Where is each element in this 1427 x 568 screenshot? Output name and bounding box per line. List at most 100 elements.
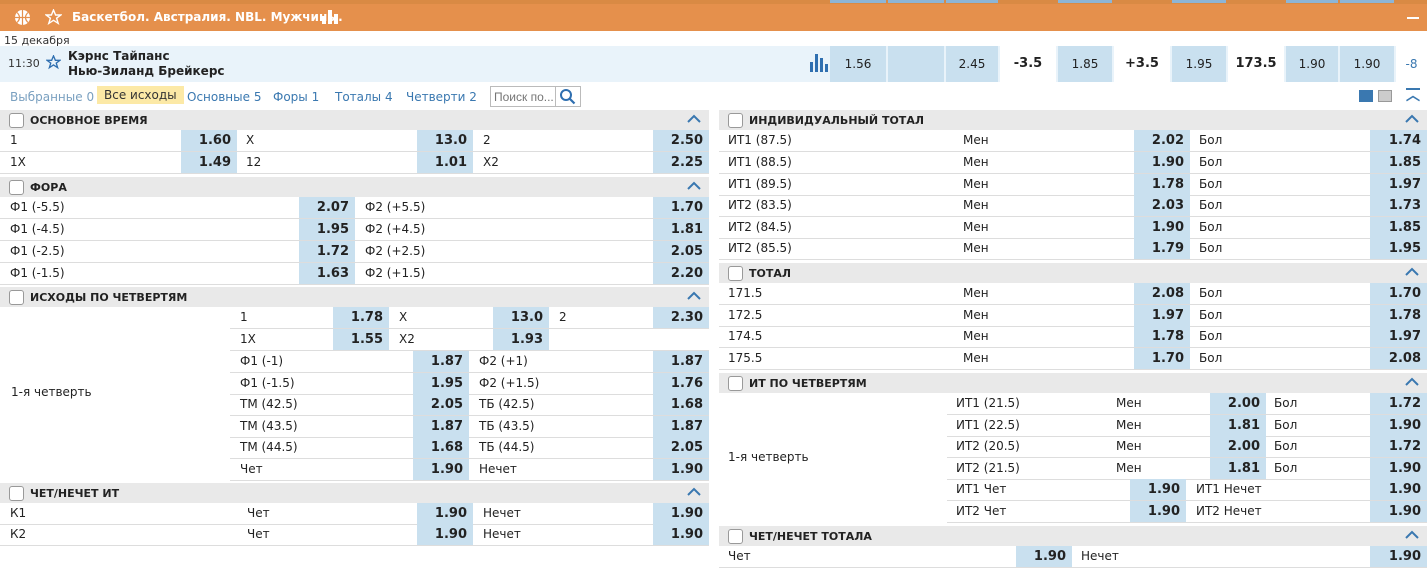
odd-cell[interactable]: 1.72: [1370, 393, 1427, 414]
chevron-up-icon[interactable]: [687, 487, 701, 500]
section-checkbox[interactable]: [9, 113, 24, 128]
odd-cell[interactable]: 1.95: [299, 219, 355, 240]
odd-cell[interactable]: 1.87: [653, 416, 709, 437]
match-row[interactable]: 11:30 Кэрнс Тайпанс Нью-Зиланд Брейкерс …: [0, 46, 1427, 82]
odd-total-over[interactable]: 1.90: [1286, 46, 1338, 82]
odd-cell[interactable]: 1.78: [333, 307, 389, 328]
filter-quarters[interactable]: Четверти 2: [406, 90, 477, 104]
odd-cell[interactable]: 1.85: [1370, 217, 1427, 238]
search-icon[interactable]: [555, 86, 581, 107]
odd-w1[interactable]: 1.56: [830, 46, 886, 82]
odd-cell[interactable]: 2.05: [653, 241, 709, 262]
odd-cell[interactable]: 1.97: [1134, 305, 1190, 326]
odd-cell[interactable]: 1.81: [653, 219, 709, 240]
odd-cell[interactable]: 1.79: [1134, 238, 1190, 259]
collapse-icon[interactable]: [1407, 17, 1419, 19]
odd-cell[interactable]: 1.60: [181, 130, 237, 151]
odd-cell[interactable]: 1.90: [1370, 501, 1427, 522]
section-checkbox[interactable]: [728, 376, 743, 391]
odd-cell[interactable]: 2.08: [1370, 348, 1427, 369]
odd-cell[interactable]: 2.07: [299, 197, 355, 218]
odd-cell[interactable]: 2.00: [1210, 436, 1266, 457]
odd-w2[interactable]: 2.45: [946, 46, 998, 82]
odd-cell[interactable]: 1.76: [653, 373, 709, 394]
filter-all[interactable]: Все исходы: [97, 86, 184, 104]
section-checkbox[interactable]: [9, 180, 24, 195]
odd-cell[interactable]: 1.87: [413, 351, 469, 372]
stats-icon[interactable]: [322, 10, 338, 27]
more-markets-link[interactable]: -8: [1396, 46, 1427, 82]
filter-favorites[interactable]: Выбранные 0: [10, 90, 94, 104]
odd-cell[interactable]: 1.72: [1370, 436, 1427, 457]
odd-cell[interactable]: 1.70: [653, 197, 709, 218]
filter-handicaps[interactable]: Форы 1: [273, 90, 319, 104]
team1-name[interactable]: Кэрнс Тайпанс: [68, 49, 170, 63]
odd-total-under[interactable]: 1.90: [1340, 46, 1394, 82]
odd-cell[interactable]: 2.05: [653, 437, 709, 458]
odd-cell[interactable]: 1.90: [1130, 479, 1186, 500]
star-icon[interactable]: [43, 8, 64, 29]
odd-cell[interactable]: 1.01: [417, 152, 473, 173]
chevron-up-icon[interactable]: [687, 181, 701, 194]
section-total[interactable]: ТОТАЛ: [719, 263, 1427, 283]
odd-handicap1[interactable]: 1.85: [1058, 46, 1112, 82]
section-checkbox[interactable]: [728, 113, 743, 128]
chevron-up-icon[interactable]: [1405, 530, 1419, 543]
odd-cell[interactable]: 1.78: [1370, 305, 1427, 326]
team2-name[interactable]: Нью-Зиланд Брейкерс: [68, 64, 225, 78]
odd-cell[interactable]: 2.20: [653, 263, 709, 284]
odd-cell[interactable]: 1.90: [1134, 152, 1190, 173]
odd-cell[interactable]: 1.90: [413, 459, 469, 480]
section-quarters[interactable]: ИСХОДЫ ПО ЧЕТВЕРТЯМ: [0, 287, 709, 307]
odd-cell[interactable]: 1.90: [653, 524, 709, 545]
odd-cell[interactable]: 1.70: [1370, 283, 1427, 304]
odd-cell[interactable]: 1.90: [653, 503, 709, 524]
section-total-evenodd[interactable]: ЧЕТ/НЕЧЕТ ТОТАЛА: [719, 526, 1427, 546]
chevron-up-icon[interactable]: [687, 114, 701, 127]
odd-cell[interactable]: 1.90: [1370, 479, 1427, 500]
odd-cell[interactable]: 1.90: [417, 524, 473, 545]
odd-cell[interactable]: 2.08: [1134, 283, 1190, 304]
odd-cell[interactable]: 1.97: [1370, 174, 1427, 195]
odd-cell[interactable]: 1.55: [333, 329, 389, 350]
odd-cell[interactable]: 1.95: [1370, 238, 1427, 259]
odd-cell[interactable]: 1.49: [181, 152, 237, 173]
odd-cell[interactable]: 1.68: [653, 394, 709, 415]
section-main-time[interactable]: ОСНОВНОЕ ВРЕМЯ: [0, 110, 709, 130]
odd-cell[interactable]: 1.68: [413, 437, 469, 458]
odd-cell[interactable]: 1.63: [299, 263, 355, 284]
odd-cell[interactable]: 2.25: [653, 152, 709, 173]
section-evenodd-it[interactable]: ЧЕТ/НЕЧЕТ ИТ: [0, 483, 709, 503]
odd-cell[interactable]: 1.81: [1210, 458, 1266, 479]
odd-cell[interactable]: 1.90: [1134, 217, 1190, 238]
section-individual-total[interactable]: ИНДИВИДУАЛЬНЫЙ ТОТАЛ: [719, 110, 1427, 130]
collapse-all-icon[interactable]: ︿: [1406, 88, 1420, 103]
odd-cell[interactable]: 1.90: [417, 503, 473, 524]
chevron-up-icon[interactable]: [1405, 377, 1419, 390]
section-it-quarters[interactable]: ИТ ПО ЧЕТВЕРТЯМ: [719, 373, 1427, 393]
one-column-view-icon[interactable]: [1378, 90, 1392, 102]
odd-cell[interactable]: 1.90: [1370, 546, 1427, 567]
odd-cell[interactable]: 1.70: [1134, 348, 1190, 369]
odd-handicap2[interactable]: 1.95: [1172, 46, 1226, 82]
odd-cell[interactable]: 2.02: [1134, 130, 1190, 151]
chevron-up-icon[interactable]: [1405, 114, 1419, 127]
odd-cell[interactable]: 2.03: [1134, 195, 1190, 216]
chevron-up-icon[interactable]: [1405, 267, 1419, 280]
section-checkbox[interactable]: [9, 290, 24, 305]
odd-cell[interactable]: 1.87: [413, 416, 469, 437]
chevron-up-icon[interactable]: [687, 291, 701, 304]
favorite-star-icon[interactable]: [44, 54, 63, 73]
odd-cell[interactable]: 1.90: [653, 459, 709, 480]
league-header[interactable]: Баскетбол. Австралия. NBL. Мужчины.: [0, 4, 1427, 31]
odd-cell[interactable]: 1.78: [1134, 174, 1190, 195]
filter-totals[interactable]: Тоталы 4: [335, 90, 393, 104]
odd-cell[interactable]: 1.90: [1130, 501, 1186, 522]
section-checkbox[interactable]: [728, 529, 743, 544]
odd-cell[interactable]: 2.50: [653, 130, 709, 151]
section-checkbox[interactable]: [728, 266, 743, 281]
odd-cell[interactable]: 13.0: [493, 307, 549, 328]
match-stats-icon[interactable]: [810, 54, 828, 72]
filter-main[interactable]: Основные 5: [187, 90, 261, 104]
odd-cell[interactable]: 1.81: [1210, 415, 1266, 436]
